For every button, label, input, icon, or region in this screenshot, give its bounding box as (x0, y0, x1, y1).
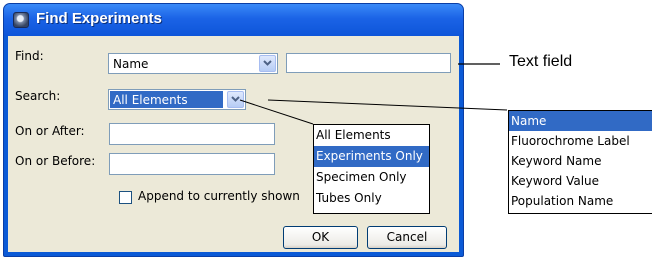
find-leader-line (267, 99, 508, 111)
search-leader-line (239, 99, 314, 125)
text-field-callout-label: Text field (509, 53, 573, 70)
callout-lines (239, 63, 508, 125)
